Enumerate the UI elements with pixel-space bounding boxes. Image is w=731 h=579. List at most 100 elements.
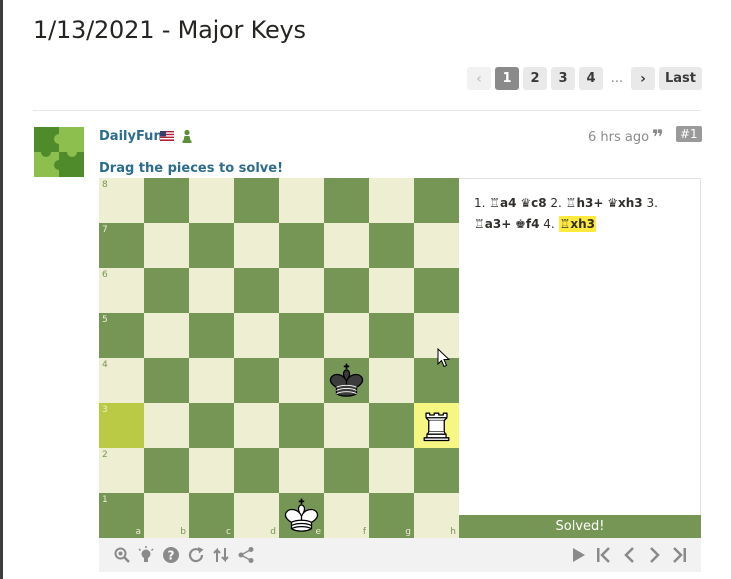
- square-g2[interactable]: [369, 448, 414, 493]
- square-f4[interactable]: [324, 358, 369, 403]
- flip-board-icon[interactable]: [212, 546, 230, 564]
- white-rook-piece[interactable]: [416, 405, 457, 446]
- pagination-page-2[interactable]: 2: [522, 67, 547, 90]
- square-b6[interactable]: [144, 268, 189, 313]
- square-h7[interactable]: [414, 223, 459, 268]
- move-white[interactable]: ♖a3+: [474, 217, 511, 231]
- square-g8[interactable]: [369, 178, 414, 223]
- play-icon[interactable]: [569, 546, 587, 564]
- square-a4[interactable]: 4: [99, 358, 144, 403]
- square-d1[interactable]: d: [234, 493, 279, 538]
- square-f2[interactable]: [324, 448, 369, 493]
- square-f3[interactable]: [324, 403, 369, 448]
- move-black[interactable]: ♚f4: [515, 217, 539, 231]
- rank-label: 8: [102, 180, 108, 190]
- square-e1[interactable]: e: [279, 493, 324, 538]
- post-timestamp: 6 hrs ago: [588, 130, 650, 145]
- square-d3[interactable]: [234, 403, 279, 448]
- square-a7[interactable]: 7: [99, 223, 144, 268]
- move-black[interactable]: ♛xh3: [607, 196, 642, 210]
- square-c3[interactable]: [189, 403, 234, 448]
- square-b4[interactable]: [144, 358, 189, 403]
- pagination-page-1[interactable]: 1: [494, 67, 519, 90]
- square-c7[interactable]: [189, 223, 234, 268]
- pagination-last-button[interactable]: Last: [658, 67, 702, 90]
- square-g4[interactable]: [369, 358, 414, 403]
- square-e4[interactable]: [279, 358, 324, 403]
- avatar[interactable]: [34, 127, 84, 177]
- square-b3[interactable]: [144, 403, 189, 448]
- share-icon[interactable]: [237, 546, 255, 564]
- chess-board[interactable]: 8 7 6 5 4 3 2 1 a b c d e f g h: [99, 178, 459, 538]
- help-icon[interactable]: ?: [162, 546, 180, 564]
- square-b2[interactable]: [144, 448, 189, 493]
- square-g6[interactable]: [369, 268, 414, 313]
- square-a3[interactable]: 3: [99, 403, 144, 448]
- square-d8[interactable]: [234, 178, 279, 223]
- square-e8[interactable]: [279, 178, 324, 223]
- square-b7[interactable]: [144, 223, 189, 268]
- square-g5[interactable]: [369, 313, 414, 358]
- square-b8[interactable]: [144, 178, 189, 223]
- move-list: 1. ♖a4 ♛c8 2. ♖h3+ ♛xh3 3. ♖a3+ ♚f4 4. ♖…: [474, 193, 689, 235]
- move-white[interactable]: ♖a4: [489, 196, 516, 210]
- quote-icon[interactable]: ❞: [652, 127, 664, 147]
- square-f6[interactable]: [324, 268, 369, 313]
- square-e2[interactable]: [279, 448, 324, 493]
- square-c8[interactable]: [189, 178, 234, 223]
- square-d4[interactable]: [234, 358, 279, 403]
- square-h3[interactable]: [414, 403, 459, 448]
- square-a8[interactable]: 8: [99, 178, 144, 223]
- square-c5[interactable]: [189, 313, 234, 358]
- square-h8[interactable]: [414, 178, 459, 223]
- square-d6[interactable]: [234, 268, 279, 313]
- square-a5[interactable]: 5: [99, 313, 144, 358]
- last-move-icon[interactable]: [670, 546, 688, 564]
- square-e5[interactable]: [279, 313, 324, 358]
- square-d2[interactable]: [234, 448, 279, 493]
- square-a2[interactable]: 2: [99, 448, 144, 493]
- square-c2[interactable]: [189, 448, 234, 493]
- square-f5[interactable]: [324, 313, 369, 358]
- square-e6[interactable]: [279, 268, 324, 313]
- next-move-icon[interactable]: [645, 546, 663, 564]
- square-f7[interactable]: [324, 223, 369, 268]
- pagination-page-3[interactable]: 3: [550, 67, 575, 90]
- square-c1[interactable]: c: [189, 493, 234, 538]
- square-d7[interactable]: [234, 223, 279, 268]
- square-a1[interactable]: 1a: [99, 493, 144, 538]
- square-b5[interactable]: [144, 313, 189, 358]
- white-king-piece[interactable]: [281, 495, 322, 536]
- move-white-current[interactable]: ♖xh3: [558, 216, 596, 232]
- post-number-badge[interactable]: #1: [676, 126, 702, 142]
- square-c4[interactable]: [189, 358, 234, 403]
- square-h2[interactable]: [414, 448, 459, 493]
- move-white[interactable]: ♖h3+: [566, 196, 604, 210]
- square-f1[interactable]: f: [324, 493, 369, 538]
- move-black[interactable]: ♛c8: [520, 196, 546, 210]
- hint-icon[interactable]: [137, 546, 155, 564]
- analysis-icon[interactable]: [113, 546, 131, 564]
- rank-label: 4: [102, 360, 108, 370]
- square-g7[interactable]: [369, 223, 414, 268]
- retry-icon[interactable]: [187, 546, 205, 564]
- square-f8[interactable]: [324, 178, 369, 223]
- square-a6[interactable]: 6: [99, 268, 144, 313]
- pagination-prev-button[interactable]: ‹: [466, 67, 491, 90]
- square-g3[interactable]: [369, 403, 414, 448]
- square-e7[interactable]: [279, 223, 324, 268]
- move-number: 3.: [646, 196, 658, 210]
- square-g1[interactable]: g: [369, 493, 414, 538]
- previous-move-icon[interactable]: [621, 546, 639, 564]
- square-d5[interactable]: [234, 313, 279, 358]
- first-move-icon[interactable]: [595, 546, 613, 564]
- square-c6[interactable]: [189, 268, 234, 313]
- square-h6[interactable]: [414, 268, 459, 313]
- black-king-piece[interactable]: [326, 360, 367, 401]
- square-h1[interactable]: h: [414, 493, 459, 538]
- post-author-link[interactable]: DailyFun: [99, 129, 163, 144]
- pagination-page-4[interactable]: 4: [578, 67, 603, 90]
- square-b1[interactable]: b: [144, 493, 189, 538]
- square-e3[interactable]: [279, 403, 324, 448]
- pagination-next-button[interactable]: ›: [630, 67, 655, 90]
